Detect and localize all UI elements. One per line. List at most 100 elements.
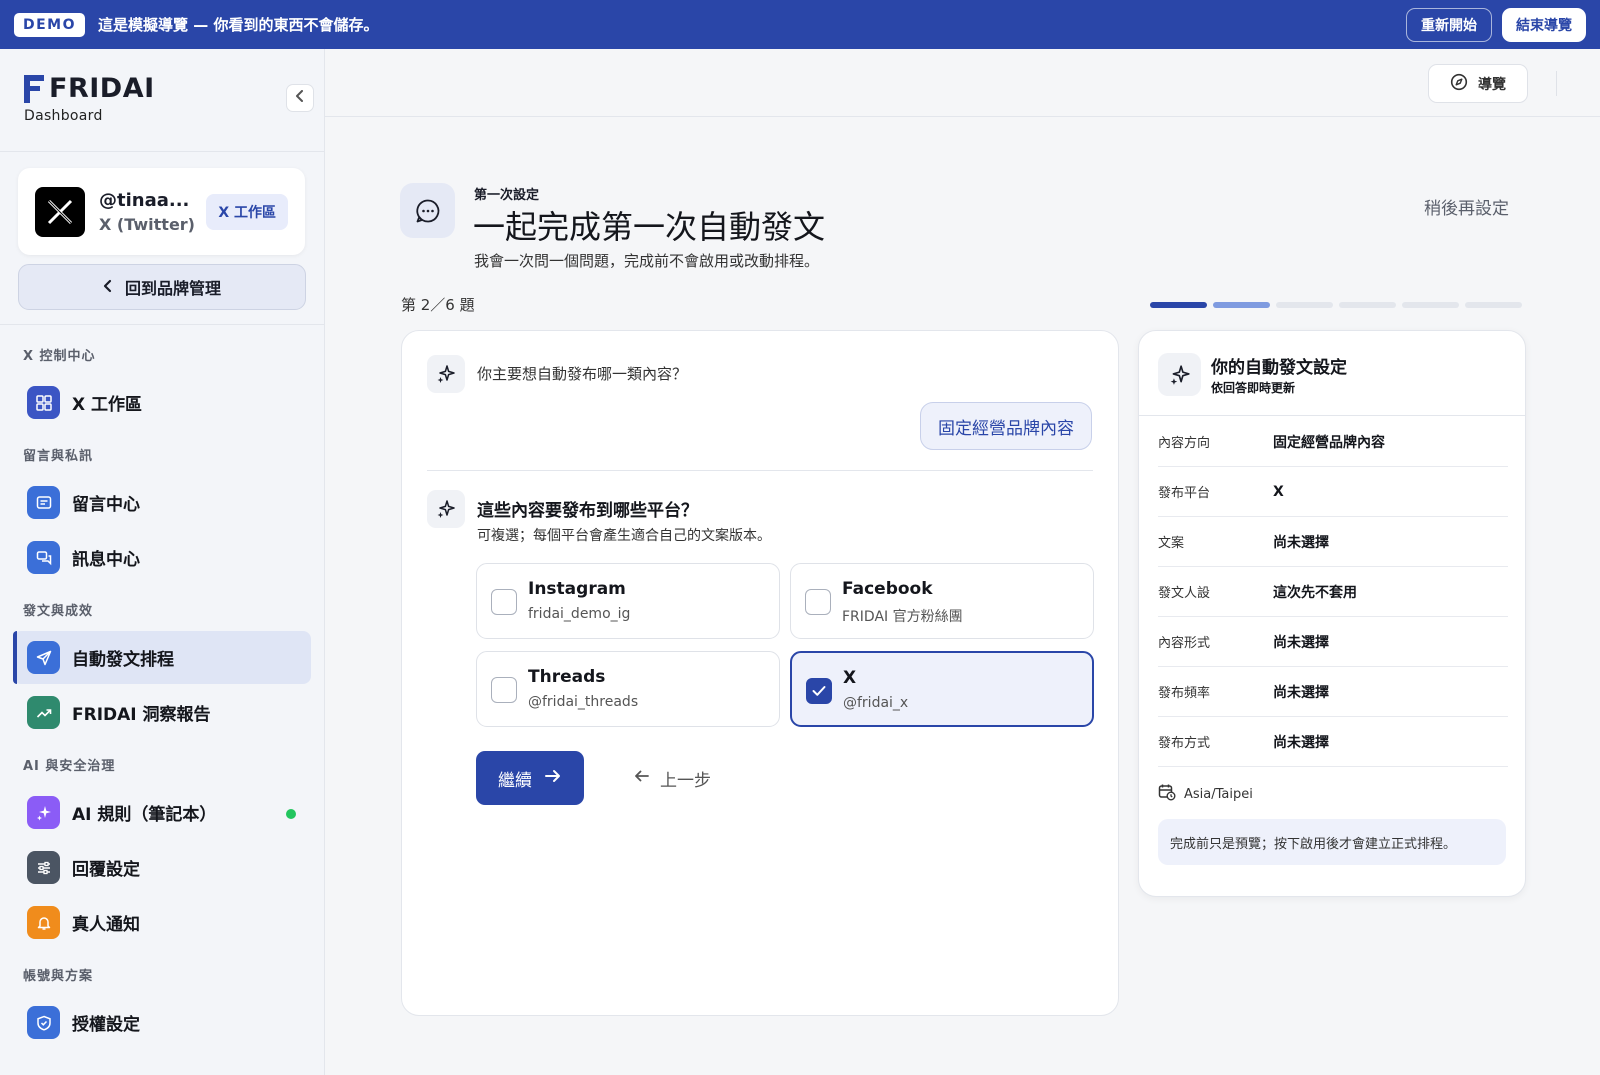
arrow-right-icon	[544, 768, 562, 789]
end-tour-button[interactable]: 結束導覽	[1502, 7, 1586, 42]
demo-actions: 重新開始 結束導覽	[1406, 7, 1586, 42]
account-card[interactable]: @tinaa... X (Twitter) X 工作區	[18, 168, 305, 255]
platform-option-threads[interactable]: Threads @fridai_threads	[476, 651, 780, 727]
previous-step-button[interactable]: 上一步	[634, 751, 711, 805]
grid-icon	[27, 386, 60, 419]
sidebar-item-x-workspace[interactable]: X 工作區	[0, 376, 324, 429]
tour-button[interactable]: 導覽	[1428, 64, 1528, 103]
sidebar-item-label: AI 規則（筆記本）	[72, 805, 217, 825]
summary-value: 尚未選擇	[1273, 534, 1329, 551]
sparkle-icon	[427, 355, 465, 393]
account-info: @tinaa... X (Twitter)	[99, 190, 195, 234]
sidebar-item-label: 真人通知	[72, 915, 140, 935]
summary-key: 發文人設	[1158, 586, 1211, 601]
checkbox[interactable]	[806, 678, 832, 704]
chevron-left-icon	[103, 278, 113, 297]
question-divider	[427, 470, 1093, 471]
demo-banner: DEMO 這是模擬導覽 — 你看到的東西不會儲存。 重新開始 結束導覽	[0, 0, 1600, 49]
tour-label: 導覽	[1478, 76, 1506, 93]
progress-steps	[1150, 302, 1522, 308]
question-2-title: 這些內容要發布到哪些平台？	[477, 501, 698, 521]
progress-segment	[1150, 302, 1207, 308]
summary-value: X	[1273, 483, 1284, 500]
platform-option-instagram[interactable]: Instagram fridai_demo_ig	[476, 563, 780, 639]
sidebar-item-authorization[interactable]: 授權設定	[0, 996, 324, 1049]
option-name: X	[843, 668, 857, 688]
platform-option-facebook[interactable]: Facebook FRIDAI 官方粉絲團	[790, 563, 1094, 639]
timezone: Asia/Taipei	[1158, 783, 1253, 805]
summary-row: 發布方式 尚未選擇	[1158, 717, 1508, 767]
progress-segment	[1339, 302, 1396, 308]
checkbox[interactable]	[491, 677, 517, 703]
brand-logo[interactable]: FRIDAI	[24, 73, 324, 104]
account-handle: @tinaa...	[99, 189, 190, 211]
sidebar-item-messages[interactable]: 訊息中心	[0, 531, 324, 584]
back-to-brand-label: 回到品牌管理	[124, 279, 221, 298]
sidebar-item-ai-rules[interactable]: AI 規則（筆記本）	[0, 786, 324, 839]
sidebar-item-comments[interactable]: 留言中心	[0, 476, 324, 529]
sidebar-item-human-alerts[interactable]: 真人通知	[0, 896, 324, 949]
demo-badge: DEMO	[14, 12, 86, 37]
option-handle: FRIDAI 官方粉絲團	[842, 609, 963, 625]
question-card: 你主要想自動發布哪一類內容？ 固定經營品牌內容 這些內容要發布到哪些平台？ 可複…	[401, 330, 1119, 1016]
workspace-tag[interactable]: X 工作區	[206, 193, 288, 230]
nav-group-title: AI 與安全治理	[23, 759, 116, 774]
platform-option-x[interactable]: X @fridai_x	[790, 651, 1094, 727]
summary-key: 內容方向	[1158, 436, 1211, 451]
checkmark-icon	[812, 682, 826, 701]
main-panel: 第一次設定 一起完成第一次自動發文 我會一次問一個問題，完成前不會啟用或改動排程…	[357, 150, 1569, 1075]
continue-button[interactable]: 繼續	[476, 751, 584, 805]
option-name: Threads	[528, 667, 606, 687]
summary-row: 文案 尚未選擇	[1158, 517, 1508, 567]
page-subtitle: 我會一次問一個問題，完成前不會啟用或改動排程。	[474, 252, 820, 270]
sidebar-item-auto-post[interactable]: 自動發文排程	[13, 631, 311, 684]
checkbox[interactable]	[805, 589, 831, 615]
sidebar-divider	[0, 324, 324, 325]
arrow-left-icon	[634, 768, 650, 788]
account-platform: X (Twitter)	[99, 214, 195, 234]
online-status-dot	[286, 809, 296, 819]
sidebar-item-label: 回覆設定	[72, 860, 140, 880]
checkbox[interactable]	[491, 589, 517, 615]
nav-group-title: 發文與成效	[23, 604, 94, 619]
sidebar-item-reply-settings[interactable]: 回覆設定	[0, 841, 324, 894]
shield-icon	[27, 1006, 60, 1039]
nav-group-title: X 控制中心	[23, 349, 96, 364]
calendar-clock-icon	[1158, 783, 1176, 805]
summary-divider	[1139, 415, 1525, 416]
brand-header: FRIDAI Dashboard	[0, 49, 324, 152]
summary-row: 發文人設 這次先不套用	[1158, 567, 1508, 617]
brand-name: FRIDAI	[49, 73, 155, 104]
summary-key: 發布頻率	[1158, 686, 1211, 701]
summary-value: 尚未選擇	[1273, 684, 1329, 701]
fridai-logo-icon	[24, 74, 46, 103]
collapse-sidebar-button[interactable]	[286, 84, 314, 112]
option-name: Instagram	[528, 579, 626, 599]
top-bar-separator	[1556, 71, 1557, 96]
send-icon	[27, 641, 60, 674]
sidebar-item-label: 授權設定	[72, 1015, 140, 1035]
restart-tour-button[interactable]: 重新開始	[1406, 7, 1492, 42]
summary-rows: 內容方向 固定經營品牌內容 發布平台 X 文案 尚未選擇 發文人設 這次先不套用 內容形…	[1158, 417, 1508, 767]
summary-value: 這次先不套用	[1273, 584, 1357, 601]
nav-group-title: 帳號與方案	[23, 969, 94, 984]
chevron-left-icon	[295, 90, 305, 106]
summary-key: 發布方式	[1158, 736, 1211, 751]
summary-value: 尚未選擇	[1273, 734, 1329, 751]
sidebar-item-label: 自動發文排程	[72, 650, 174, 670]
question-2-help: 可複選；每個平台會產生適合自己的文案版本。	[477, 528, 771, 544]
setup-eyebrow: 第一次設定	[474, 188, 540, 203]
sliders-icon	[27, 851, 60, 884]
demo-message: 這是模擬導覽 — 你看到的東西不會儲存。	[98, 16, 379, 34]
summary-row: 發布平台 X	[1158, 467, 1508, 517]
compass-icon	[1450, 73, 1468, 95]
sidebar-item-insights[interactable]: FRIDAI 洞察報告	[0, 686, 324, 739]
trend-icon	[27, 696, 60, 729]
progress-segment	[1276, 302, 1333, 308]
chat-bubble-icon	[400, 183, 455, 238]
sidebar-item-label: X 工作區	[72, 395, 143, 415]
answer-chip[interactable]: 固定經營品牌內容	[920, 402, 1092, 450]
sidebar-nav: X 控制中心 X 工作區 留言與私訊 留言中心 訊息中心 發文與成效 自動發文排…	[0, 345, 324, 1051]
back-to-brand-button[interactable]: 回到品牌管理	[18, 264, 306, 310]
setup-later-link[interactable]: 稍後再設定	[1424, 194, 1509, 219]
